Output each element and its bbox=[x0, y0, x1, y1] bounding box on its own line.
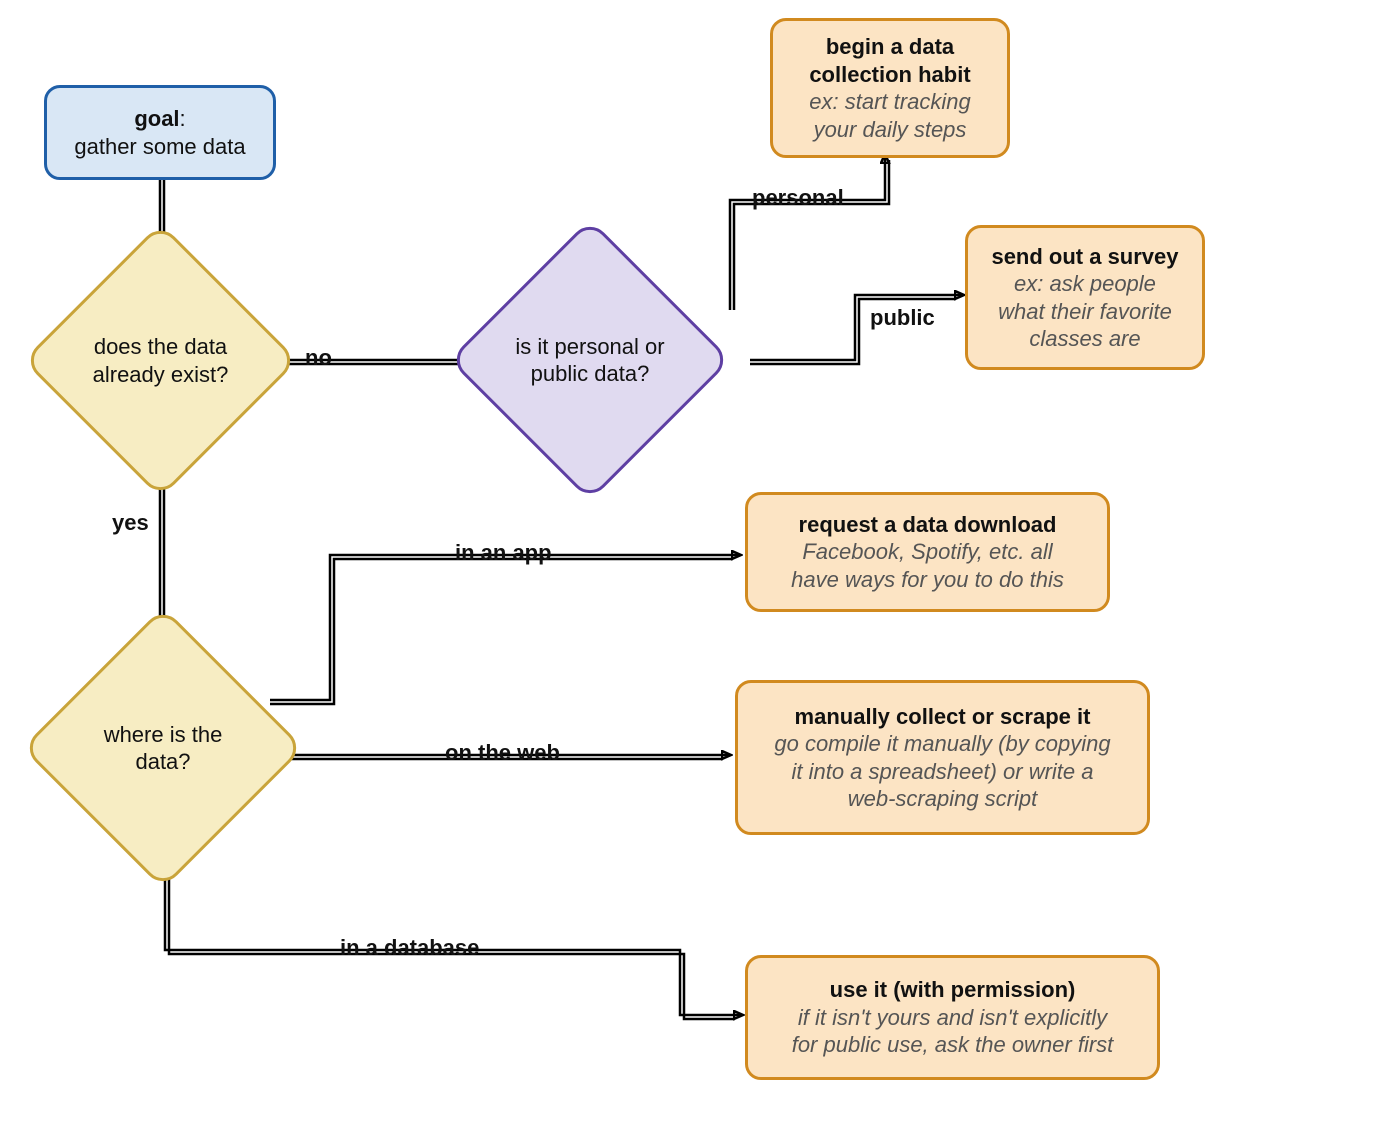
node-habit-title: begin a data collection habit bbox=[809, 33, 970, 88]
decision-personal-public-text: is it personal or public data? bbox=[515, 333, 664, 388]
flowchart-canvas: { "nodes": { "goal": { "title": "goal", … bbox=[0, 0, 1374, 1121]
node-goal-title: goal bbox=[134, 106, 179, 131]
edge-label-on-web: on the web bbox=[445, 740, 560, 766]
node-scrape: manually collect or scrape it go compile… bbox=[735, 680, 1150, 835]
decision-exist-text: does the data already exist? bbox=[93, 333, 229, 388]
decision-where-text: where is the data? bbox=[104, 721, 223, 776]
node-survey-sub: ex: ask people what their favorite class… bbox=[998, 270, 1172, 353]
decision-exist: does the data already exist? bbox=[63, 263, 258, 458]
node-habit-sub: ex: start tracking your daily steps bbox=[809, 88, 970, 143]
edge-label-public: public bbox=[870, 305, 935, 331]
node-download-sub: Facebook, Spotify, etc. all have ways fo… bbox=[791, 538, 1064, 593]
decision-personal-public: is it personal or public data? bbox=[490, 260, 690, 460]
node-habit: begin a data collection habit ex: start … bbox=[770, 18, 1010, 158]
node-goal-subtitle: gather some data bbox=[74, 134, 245, 159]
edge-label-yes: yes bbox=[112, 510, 149, 536]
node-goal: goal: gather some data bbox=[44, 85, 276, 180]
node-useit-title: use it (with permission) bbox=[830, 976, 1076, 1004]
edge-label-personal: personal bbox=[752, 185, 844, 211]
edge-label-in-db: in a database bbox=[340, 935, 479, 961]
edge-label-in-app: in an app bbox=[455, 540, 552, 566]
node-download: request a data download Facebook, Spotif… bbox=[745, 492, 1110, 612]
node-download-title: request a data download bbox=[799, 511, 1057, 539]
node-goal-text: goal: gather some data bbox=[74, 105, 245, 160]
node-useit: use it (with permission) if it isn't you… bbox=[745, 955, 1160, 1080]
node-survey-title: send out a survey bbox=[991, 243, 1178, 271]
node-scrape-title: manually collect or scrape it bbox=[795, 703, 1091, 731]
node-useit-sub: if it isn't yours and isn't explicitly f… bbox=[792, 1004, 1114, 1059]
node-survey: send out a survey ex: ask people what th… bbox=[965, 225, 1205, 370]
edge-label-no: no bbox=[305, 345, 332, 371]
node-scrape-sub: go compile it manually (by copying it in… bbox=[774, 730, 1110, 813]
decision-where: where is the data? bbox=[63, 648, 263, 848]
